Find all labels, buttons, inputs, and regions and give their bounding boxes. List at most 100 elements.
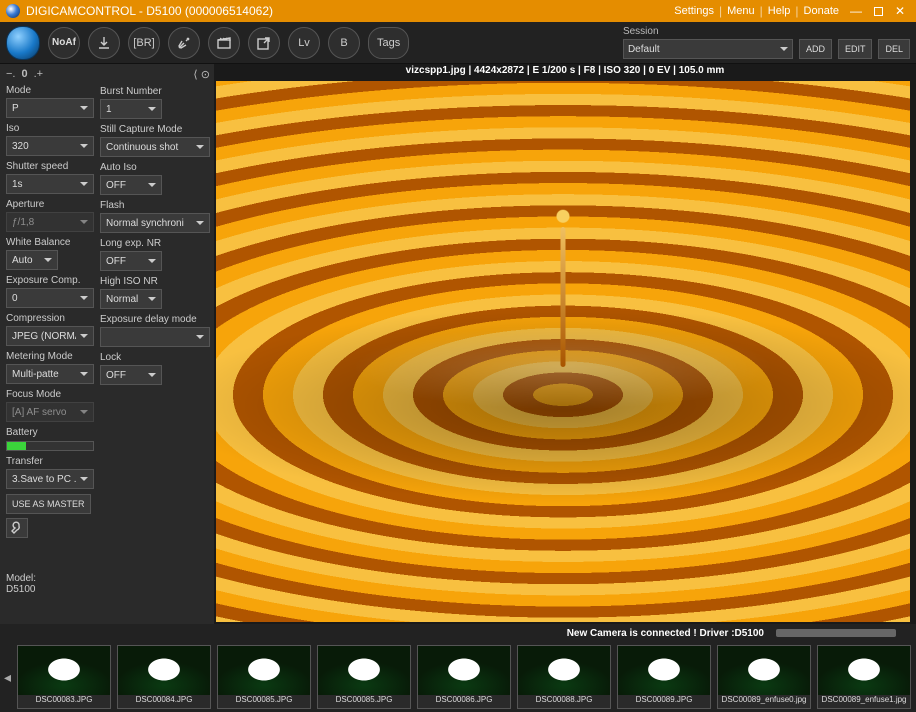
filmstrip: ◂ DSC00083.JPGDSC00084.JPGDSC00085.JPGDS… (0, 642, 916, 712)
thumbnail[interactable]: DSC00085.JPG (217, 645, 311, 709)
download-icon (96, 35, 112, 51)
chevron-down-icon (80, 220, 88, 224)
image-preview[interactable] (216, 81, 910, 622)
link-help[interactable]: Help (768, 5, 791, 17)
clapper-icon (216, 35, 232, 51)
shutter-select[interactable]: 1s (6, 174, 94, 194)
ev-plus[interactable]: .+ (34, 68, 43, 80)
highnr-select[interactable]: Normal (100, 289, 162, 309)
tags-button[interactable]: Tags (368, 27, 409, 59)
thumbnail-caption: DSC00089.JPG (618, 695, 710, 708)
expdelay-select[interactable] (100, 327, 210, 347)
filmstrip-prev[interactable]: ◂ (4, 645, 11, 709)
stillcap-select[interactable]: Continuous shot (100, 137, 210, 157)
thumbnail[interactable]: DSC00088.JPG (517, 645, 611, 709)
wb-label: White Balance (6, 237, 92, 248)
model-label: Model: (6, 573, 36, 584)
external-button[interactable] (248, 27, 280, 59)
liveview-button[interactable]: Lv (288, 27, 320, 59)
thumbnail[interactable]: DSC00089.JPG (617, 645, 711, 709)
autoiso-select[interactable]: OFF (100, 175, 162, 195)
focus-select[interactable]: [A] AF servo (6, 402, 94, 422)
capture-button[interactable] (6, 26, 40, 60)
transfer-label: Transfer (6, 456, 92, 467)
link-settings[interactable]: Settings (674, 5, 714, 17)
chevron-down-icon (80, 296, 88, 300)
longnr-select[interactable]: OFF (100, 251, 162, 271)
wrench-button[interactable] (6, 518, 28, 538)
focus-label: Focus Mode (6, 389, 92, 400)
thumbnail-image (418, 646, 510, 695)
session-label: Session (623, 26, 910, 37)
clapper-button[interactable] (208, 27, 240, 59)
thumbnail-caption: DSC00084.JPG (118, 695, 210, 708)
transfer-select[interactable]: 3.Save to PC . (6, 469, 94, 489)
battery-label: Battery (6, 427, 92, 438)
tools-icon (176, 35, 192, 51)
aperture-select[interactable]: ƒ/1,8 (6, 212, 94, 232)
thumbnail-image (218, 646, 310, 695)
thumbnail-caption: DSC00086.JPG (418, 695, 510, 708)
mode-select[interactable]: P (6, 98, 94, 118)
download-button[interactable] (88, 27, 120, 59)
expcomp-select[interactable]: 0 (6, 288, 94, 308)
preview-panel: vizcspp1.jpg | 4424x2872 | E 1/200 s | F… (214, 64, 916, 624)
chevron-down-icon (80, 106, 88, 110)
maximize-button[interactable] (868, 4, 888, 18)
aperture-label: Aperture (6, 199, 92, 210)
session-value: Default (628, 44, 660, 55)
noaf-button[interactable]: NoAf (48, 27, 80, 59)
thumbnail[interactable]: DSC00089_enfuse1.jpg (817, 645, 911, 709)
image-info: vizcspp1.jpg | 4424x2872 | E 1/200 s | F… (214, 64, 916, 80)
chevron-down-icon (196, 335, 204, 339)
close-button[interactable]: ✕ (890, 4, 910, 18)
tools-button[interactable] (168, 27, 200, 59)
flash-select[interactable]: Normal synchroni (100, 213, 210, 233)
thumbnail-caption: DSC00089_enfuse1.jpg (818, 695, 910, 708)
thumbnail-image (618, 646, 710, 695)
autoiso-label: Auto Iso (100, 162, 210, 173)
link-menu[interactable]: Menu (727, 5, 755, 17)
metering-select[interactable]: Multi-patte (6, 364, 94, 384)
toolbar: NoAf [BR] Lv B Tags Session Default ADD … (0, 22, 916, 64)
ev-minus[interactable]: −. (6, 68, 15, 80)
thumbnail-caption: DSC00083.JPG (18, 695, 110, 708)
mode-label: Mode (6, 85, 92, 96)
model-block: Model: D5100 (6, 573, 36, 595)
chevron-down-icon (196, 145, 204, 149)
thumbnail[interactable]: DSC00083.JPG (17, 645, 111, 709)
status-bar: New Camera is connected ! Driver :D5100 (0, 624, 916, 642)
lock-select[interactable]: OFF (100, 365, 162, 385)
chevron-down-icon (196, 221, 204, 225)
thumbnail-caption: DSC00088.JPG (518, 695, 610, 708)
wrench-icon (10, 521, 24, 535)
thumbnail[interactable]: DSC00089_enfuse0.jpg (717, 645, 811, 709)
stillcap-label: Still Capture Mode (100, 124, 210, 135)
titlebar: DIGICAMCONTROL - D5100 (000006514062) Se… (0, 0, 916, 22)
thumbnail-image (118, 646, 210, 695)
session-select[interactable]: Default (623, 39, 793, 59)
use-as-master-button[interactable]: USE AS MASTER (6, 494, 91, 514)
shutter-label: Shutter speed (6, 161, 92, 172)
model-value: D5100 (6, 584, 36, 595)
chevron-down-icon (44, 258, 52, 262)
chevron-down-icon (780, 47, 788, 51)
minimize-button[interactable]: — (846, 4, 866, 18)
collapse-icon[interactable]: ⟨ ⊙ (193, 68, 210, 81)
ev-zero[interactable]: 0 (21, 68, 27, 80)
session-edit-button[interactable]: EDIT (838, 39, 873, 59)
session-add-button[interactable]: ADD (799, 39, 832, 59)
left-panel-capture: ⟨ ⊙ Burst Number 1 Still Capture Mode Co… (96, 64, 214, 624)
compression-select[interactable]: JPEG (NORMAL) (6, 326, 94, 346)
bracket-button[interactable]: [BR] (128, 27, 160, 59)
iso-select[interactable]: 320 (6, 136, 94, 156)
expcomp-label: Exposure Comp. (6, 275, 92, 286)
thumbnail[interactable]: DSC00084.JPG (117, 645, 211, 709)
bulb-button[interactable]: B (328, 27, 360, 59)
burst-select[interactable]: 1 (100, 99, 162, 119)
session-del-button[interactable]: DEL (878, 39, 910, 59)
wb-select[interactable]: Auto (6, 250, 58, 270)
thumbnail[interactable]: DSC00085.JPG (317, 645, 411, 709)
thumbnail[interactable]: DSC00086.JPG (417, 645, 511, 709)
link-donate[interactable]: Donate (804, 5, 839, 17)
